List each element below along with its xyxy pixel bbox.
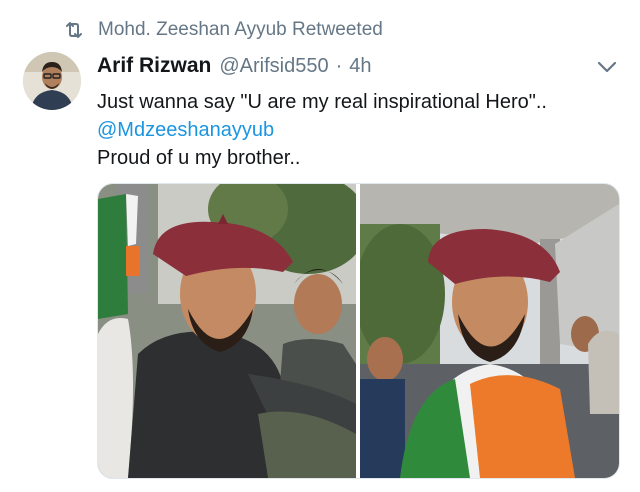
tweet-text-line: Just wanna say "U are my real inspiratio… [97, 91, 547, 113]
tweet-timestamp[interactable]: 4h [349, 55, 371, 78]
separator-dot: · [335, 55, 343, 77]
tweet-text-line: Proud of u my brother.. [97, 147, 301, 169]
tweet-header: Arif Rizwan @Arifsid550 · 4h [97, 54, 372, 80]
mention-link[interactable]: @Mdzeeshanayyub [97, 116, 617, 144]
tweet-text: Just wanna say "U are my real inspiratio… [97, 88, 617, 172]
photo-1[interactable] [98, 184, 356, 478]
retweet-icon [62, 18, 86, 42]
author-handle[interactable]: @Arifsid550 [219, 55, 328, 78]
retweet-context[interactable]: Mohd. Zeeshan Ayyub Retweeted [62, 18, 383, 42]
tweet-card[interactable]: Mohd. Zeeshan Ayyub Retweeted Arif Rizwa… [0, 0, 640, 492]
author-name[interactable]: Arif Rizwan [97, 54, 211, 78]
chevron-down-icon[interactable] [596, 60, 618, 74]
photo-2[interactable] [360, 184, 619, 478]
media-grid [97, 183, 620, 479]
retweet-context-text: Mohd. Zeeshan Ayyub Retweeted [98, 19, 383, 40]
avatar[interactable] [23, 52, 81, 110]
